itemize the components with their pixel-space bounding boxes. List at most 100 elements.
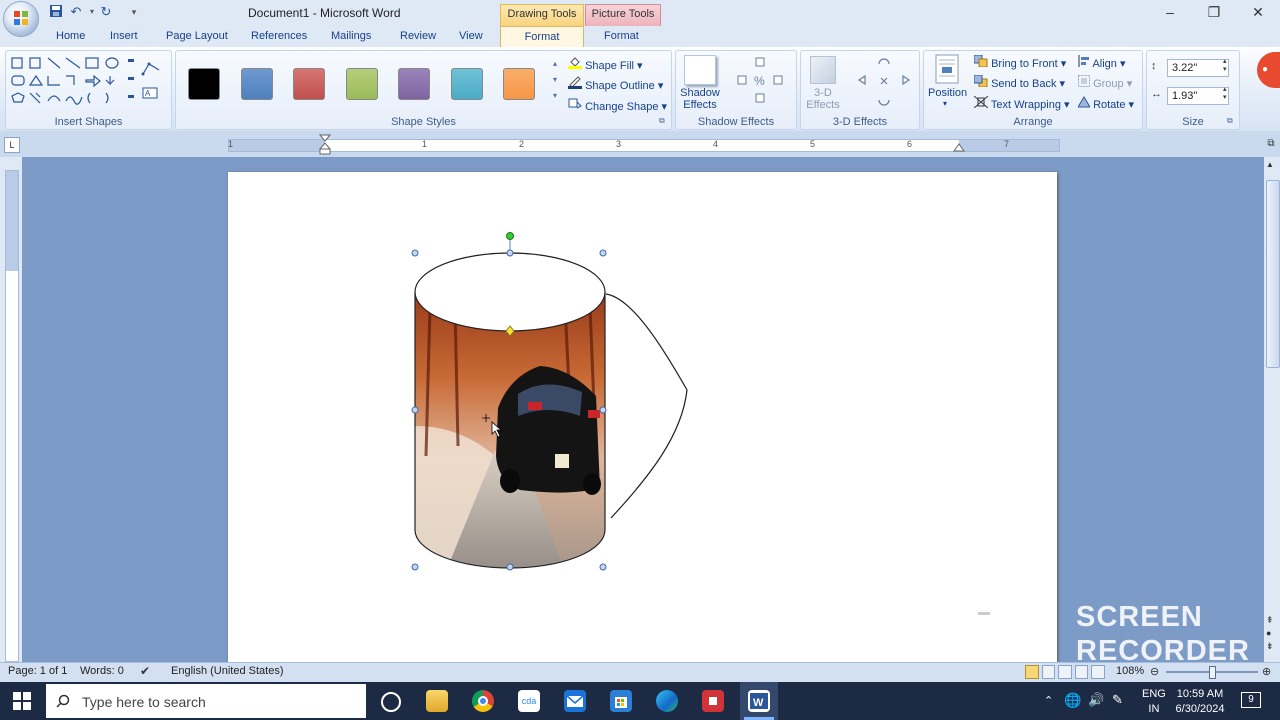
page-count[interactable]: Page: 1 of 1 <box>8 665 67 677</box>
rotation-handle[interactable] <box>506 232 514 240</box>
chrome-icon[interactable] <box>472 690 494 712</box>
tab-page-layout[interactable]: Page Layout <box>166 30 228 42</box>
cdn-app-icon[interactable]: cda <box>518 690 540 712</box>
resize-handle[interactable] <box>599 563 607 571</box>
vertical-ruler[interactable] <box>5 170 19 662</box>
resize-handle[interactable] <box>506 563 514 571</box>
resize-handle[interactable] <box>411 249 419 257</box>
mail-icon[interactable] <box>564 690 586 712</box>
style-swatch-purple[interactable] <box>398 68 430 100</box>
zoom-in-icon[interactable]: ⊕ <box>1262 665 1271 678</box>
minimize-button[interactable]: – <box>1148 0 1192 26</box>
cortana-icon[interactable] <box>381 692 401 712</box>
recorder-app-icon[interactable] <box>702 690 724 712</box>
customize-qat-icon[interactable]: ▾ <box>126 4 142 20</box>
language-tray[interactable]: ENG IN <box>1142 687 1166 717</box>
3d-tilt-icons[interactable] <box>855 56 913 108</box>
redo-icon[interactable]: ↻ <box>98 4 114 20</box>
windows-start-icon[interactable] <box>13 692 31 710</box>
style-swatch-orange[interactable] <box>503 68 535 100</box>
styles-gallery-scroll[interactable]: ▴ ▾ ▾ <box>549 56 561 106</box>
right-indent-marker-icon[interactable] <box>953 142 965 152</box>
tab-format-picture[interactable]: Format <box>604 30 639 42</box>
view-ruler-icon[interactable]: ⧉ <box>1264 138 1278 152</box>
bring-to-front-icon <box>973 54 988 68</box>
volume-icon[interactable]: 🔊 <box>1088 692 1104 708</box>
shape-height-input[interactable]: 3.22" <box>1167 59 1229 77</box>
language-indicator[interactable]: English (United States) <box>171 665 284 677</box>
shadow-effects-button[interactable]: Shadow Effects <box>680 87 720 111</box>
shape-width-input[interactable]: 1.93" <box>1167 87 1229 105</box>
resize-handle[interactable] <box>506 249 514 257</box>
ruler-mark: 5 <box>810 139 816 149</box>
tab-insert[interactable]: Insert <box>110 30 138 42</box>
shape-fill-button[interactable]: Shape Fill ▾ <box>568 55 643 72</box>
tab-format-drawing[interactable]: Format <box>500 26 584 48</box>
tab-home[interactable]: Home <box>56 30 85 42</box>
align-button[interactable]: Align ▾ <box>1078 55 1126 70</box>
style-swatch-blue[interactable] <box>241 68 273 100</box>
resize-handle[interactable] <box>411 406 419 414</box>
clock[interactable]: 10:59 AM 6/30/2024 <box>1172 687 1228 717</box>
shapes-gallery[interactable] <box>10 55 138 109</box>
scroll-up-icon[interactable]: ▲ <box>1266 160 1274 169</box>
edge-icon[interactable] <box>656 690 678 712</box>
restore-button[interactable]: ❐ <box>1192 0 1236 26</box>
close-button[interactable]: ✕ <box>1236 0 1280 26</box>
shadow-effects-icon[interactable] <box>684 55 716 85</box>
position-button[interactable]: Position <box>928 87 967 99</box>
proofing-check-icon[interactable]: ✔ <box>140 664 150 678</box>
pen-icon[interactable]: ✎ <box>1112 692 1123 708</box>
zoom-slider-thumb[interactable] <box>1209 666 1216 679</box>
group-label-3d-effects: 3-D Effects <box>832 116 888 128</box>
word-icon[interactable]: W <box>748 690 770 712</box>
shape-outline-button[interactable]: Shape Outline ▾ <box>568 75 663 92</box>
group-button[interactable]: Group ▾ <box>1078 75 1132 90</box>
position-icon[interactable] <box>934 54 960 84</box>
3d-effects-icon[interactable] <box>810 56 836 84</box>
word-count[interactable]: Words: 0 <box>80 665 124 677</box>
style-swatch-green[interactable] <box>346 68 378 100</box>
style-swatch-aqua[interactable] <box>451 68 483 100</box>
height-spinner[interactable]: ▴ ▾ <box>1223 58 1227 74</box>
store-icon[interactable] <box>610 690 632 712</box>
network-globe-icon[interactable]: 🌐 <box>1064 692 1081 709</box>
size-launcher-icon[interactable]: ⧉ <box>1227 116 1233 126</box>
rotate-button[interactable]: Rotate ▾ <box>1077 96 1134 111</box>
text-wrapping-button[interactable]: Text Wrapping ▾ <box>973 95 1070 111</box>
tab-view[interactable]: View <box>459 30 483 42</box>
zoom-out-icon[interactable]: ⊖ <box>1150 665 1159 678</box>
tab-mailings[interactable]: Mailings <box>331 30 371 42</box>
tab-review[interactable]: Review <box>400 30 436 42</box>
resize-handle[interactable] <box>599 406 607 414</box>
send-to-back-button[interactable]: Send to Back ▾ <box>973 74 1065 90</box>
resize-handle[interactable] <box>599 249 607 257</box>
browse-object-icons[interactable]: ⇞ ● ⇟ <box>1266 614 1274 653</box>
scrollbar-thumb[interactable] <box>1266 180 1280 368</box>
horizontal-ruler[interactable]: 1 1 2 3 4 5 6 7 <box>228 139 1060 152</box>
bring-to-front-button[interactable]: Bring to Front ▾ <box>973 54 1066 70</box>
indent-marker-icon[interactable] <box>319 134 331 156</box>
shape-styles-launcher-icon[interactable]: ⧉ <box>659 116 665 126</box>
file-explorer-icon[interactable] <box>426 690 448 712</box>
mug-shape[interactable] <box>400 226 700 582</box>
tab-references[interactable]: References <box>251 30 307 42</box>
ruler-mark: 1 <box>228 139 234 149</box>
style-swatch-red[interactable] <box>293 68 325 100</box>
save-icon[interactable] <box>48 4 64 20</box>
width-spinner[interactable]: ▴ ▾ <box>1223 86 1227 102</box>
tab-selector-icon[interactable]: L <box>4 137 20 153</box>
position-dropdown-icon[interactable]: ▾ <box>943 99 947 108</box>
undo-icon[interactable]: ↶ <box>68 4 84 20</box>
office-button[interactable] <box>4 2 38 36</box>
edit-shape-icon[interactable]: A <box>141 60 161 104</box>
resize-handle[interactable] <box>411 563 419 571</box>
tray-chevron-icon[interactable]: ⌃ <box>1044 694 1053 707</box>
change-shape-button[interactable]: Change Shape ▾ <box>568 96 667 113</box>
3d-effects-button[interactable]: 3-D Effects <box>802 87 844 111</box>
notification-center-icon[interactable]: 9 <box>1241 692 1261 708</box>
zoom-level[interactable]: 108% <box>1116 665 1144 677</box>
view-buttons[interactable] <box>1025 665 1105 679</box>
nudge-shadow-icons[interactable]: % <box>734 56 790 108</box>
style-swatch-black[interactable] <box>188 68 220 100</box>
